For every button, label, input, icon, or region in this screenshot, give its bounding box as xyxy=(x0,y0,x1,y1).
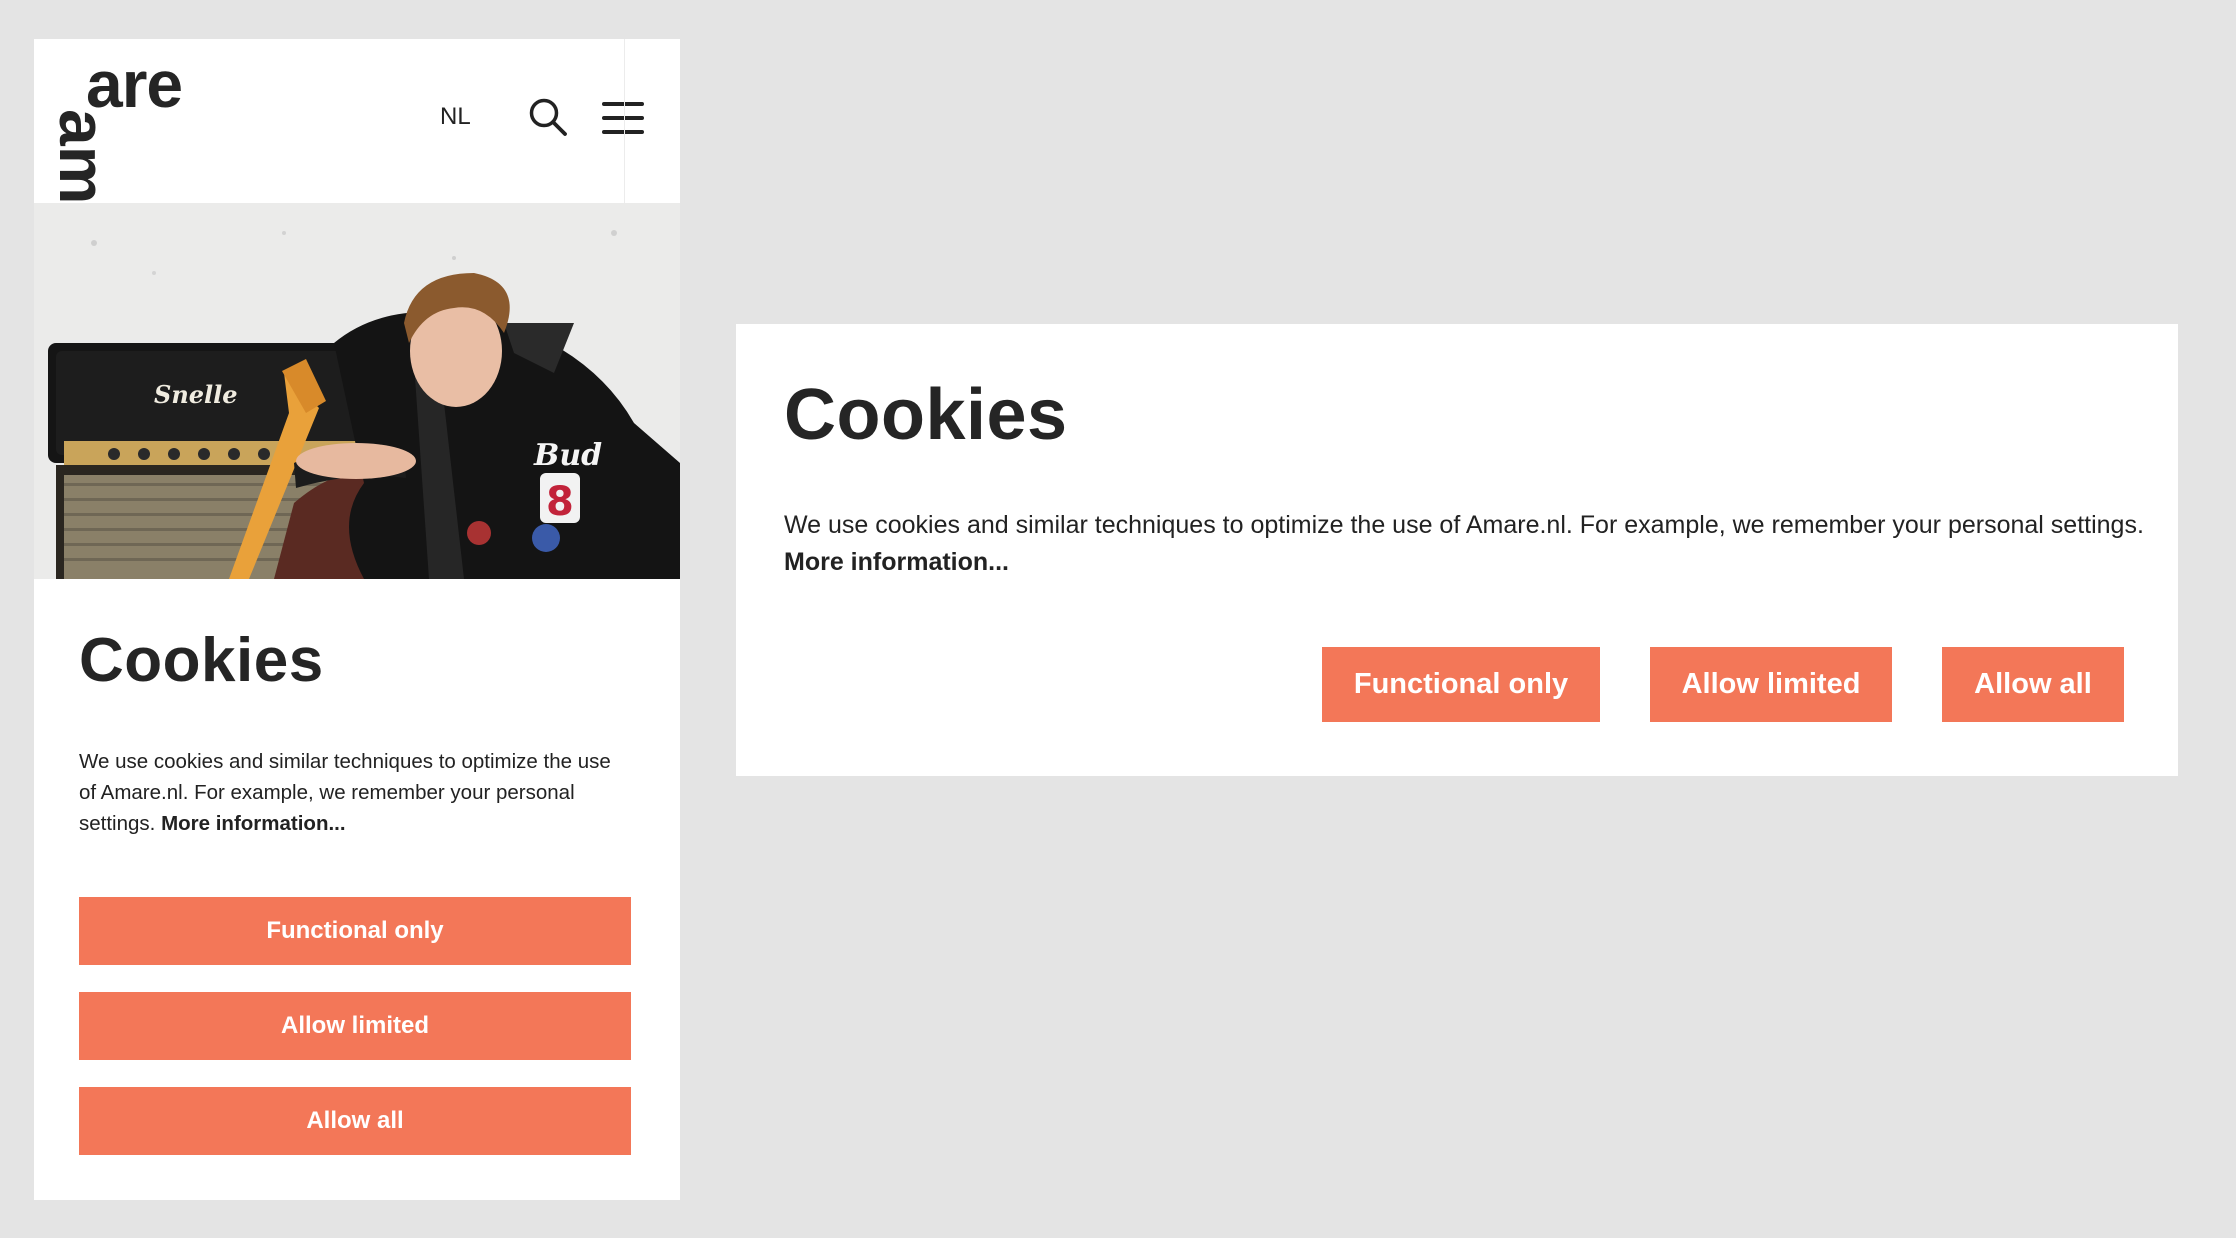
allow-all-button[interactable]: Allow all xyxy=(1942,647,2124,722)
desktop-cookie-banner: Cookies We use cookies and similar techn… xyxy=(736,324,2178,776)
allow-all-button[interactable]: Allow all xyxy=(79,1087,631,1155)
cookie-text: We use cookies and similar techniques to… xyxy=(79,746,631,839)
hero-image: Snelle Bud 8 xyxy=(34,203,680,579)
menu-icon[interactable] xyxy=(602,101,644,135)
jacket-text: Bud xyxy=(533,438,602,473)
language-switch[interactable]: NL xyxy=(440,103,471,131)
allow-limited-button[interactable]: Allow limited xyxy=(1650,647,1892,722)
amare-logo[interactable]: are am xyxy=(46,51,252,204)
jacket-number: 8 xyxy=(546,479,574,525)
cookie-title: Cookies xyxy=(784,375,1068,455)
amp-brand-label: Snelle xyxy=(154,380,238,409)
functional-only-button[interactable]: Functional only xyxy=(1322,647,1600,722)
more-information-link[interactable]: More information... xyxy=(161,812,346,835)
functional-only-button[interactable]: Functional only xyxy=(79,897,631,965)
mobile-cookie-content: Cookies We use cookies and similar techn… xyxy=(79,625,631,1155)
search-icon[interactable] xyxy=(528,97,568,137)
mobile-view: are am NL Snelle Bud 8 Cookies We use co… xyxy=(34,39,680,1200)
more-information-link[interactable]: More information... xyxy=(784,548,1009,576)
header-divider xyxy=(624,39,625,203)
logo-text-are: are xyxy=(86,47,183,121)
mobile-header: are am NL xyxy=(34,39,680,204)
cookie-text-body: We use cookies and similar techniques to… xyxy=(784,511,2144,539)
cookie-title: Cookies xyxy=(79,626,324,695)
logo-text-am: am xyxy=(46,109,120,205)
cookie-text: We use cookies and similar techniques to… xyxy=(784,507,2144,581)
allow-limited-button[interactable]: Allow limited xyxy=(79,992,631,1060)
